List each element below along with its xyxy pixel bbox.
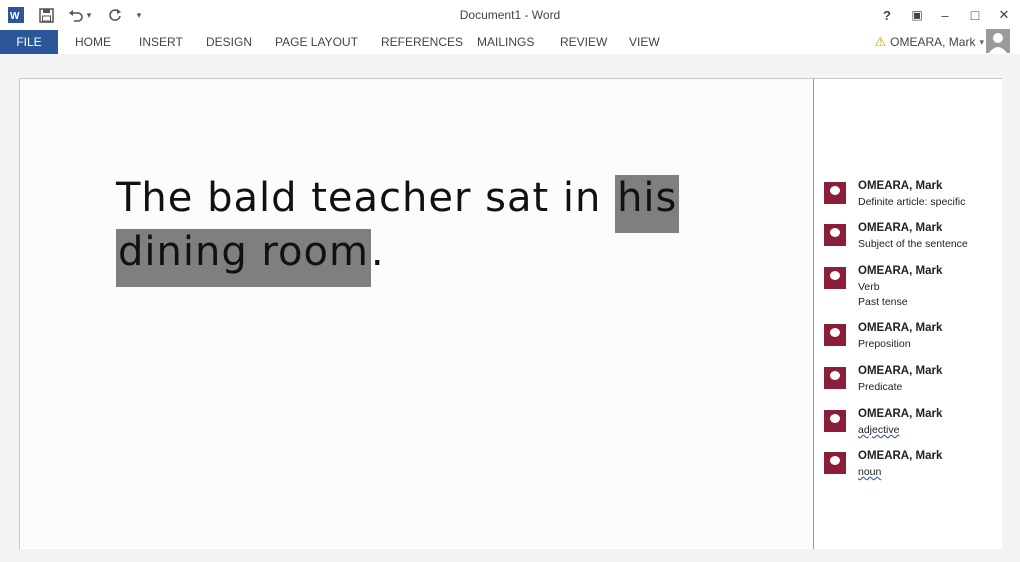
tab-insert[interactable]: INSERT xyxy=(139,30,183,54)
comment-text: Verb Past tense xyxy=(858,281,908,308)
comment-avatar-icon xyxy=(824,182,846,204)
comment-author: OMEARA, Mark xyxy=(858,222,943,234)
comment-text: Preposition xyxy=(858,338,911,350)
tab-file[interactable]: FILE xyxy=(0,30,58,54)
user-name: OMEARA, Mark xyxy=(890,35,976,49)
comment-avatar-icon xyxy=(824,410,846,432)
window-title: Document1 - Word xyxy=(459,8,561,22)
warning-icon: ⚠ xyxy=(874,34,887,49)
tab-mailings[interactable]: MAILINGS xyxy=(477,30,534,54)
highlighted-text-dining-room[interactable]: dining room xyxy=(116,229,371,287)
ribbon-display-options-button[interactable]: ▣ xyxy=(904,4,930,26)
minimize-button[interactable]: – xyxy=(932,4,958,26)
tab-references[interactable]: REFERENCES xyxy=(381,30,463,54)
tab-home[interactable]: HOME xyxy=(75,30,111,54)
user-account[interactable]: ⚠ OMEARA, Mark ▾ xyxy=(874,30,984,54)
tab-review[interactable]: REVIEW xyxy=(560,30,607,54)
sentence-period: . xyxy=(370,229,385,275)
close-button[interactable]: ✕ xyxy=(991,4,1017,26)
comment-avatar-icon xyxy=(824,224,846,246)
document-text: The bald teacher sat in xyxy=(116,175,616,221)
comment-text: Definite article: specific xyxy=(858,196,966,208)
chevron-down-icon: ▾ xyxy=(979,37,984,47)
comment-author: OMEARA, Mark xyxy=(858,265,943,277)
comment-avatar-icon xyxy=(824,324,846,346)
comment-text: noun xyxy=(858,466,882,478)
comment-author: OMEARA, Mark xyxy=(858,365,943,377)
comment-text: adjective xyxy=(858,424,900,436)
comment-text: Predicate xyxy=(858,381,903,393)
ribbon-tabs: FILE HOME INSERT DESIGN PAGE LAYOUT REFE… xyxy=(0,30,1020,54)
comment-text: Subject of the sentence xyxy=(858,238,968,250)
comment-avatar-icon xyxy=(824,267,846,289)
document-line-1[interactable]: The bald teacher sat in his xyxy=(116,175,680,233)
highlighted-text-his[interactable]: his xyxy=(615,175,680,233)
tab-design[interactable]: DESIGN xyxy=(206,30,252,54)
user-avatar[interactable] xyxy=(986,29,1010,53)
document-page[interactable]: The bald teacher sat in his dining room. xyxy=(19,78,815,549)
maximize-button[interactable]: □ xyxy=(962,4,988,26)
comment-avatar-icon xyxy=(824,452,846,474)
document-workspace: The bald teacher sat in his dining room.… xyxy=(0,54,1020,562)
help-button[interactable]: ? xyxy=(874,4,900,26)
comment-author: OMEARA, Mark xyxy=(858,450,943,462)
comment-author: OMEARA, Mark xyxy=(858,408,943,420)
document-line-2[interactable]: dining room. xyxy=(116,229,385,287)
comment-author: OMEARA, Mark xyxy=(858,322,943,334)
comment-avatar-icon xyxy=(824,367,846,389)
tab-view[interactable]: VIEW xyxy=(629,30,660,54)
title-bar: W ▾ ▾ Document1 - Word ? ▣ – □ ✕ xyxy=(0,0,1020,30)
tab-page-layout[interactable]: PAGE LAYOUT xyxy=(275,30,358,54)
markup-comments-pane: OMEARA, Mark Definite article: specific … xyxy=(813,78,1002,549)
comment-author: OMEARA, Mark xyxy=(858,180,943,192)
